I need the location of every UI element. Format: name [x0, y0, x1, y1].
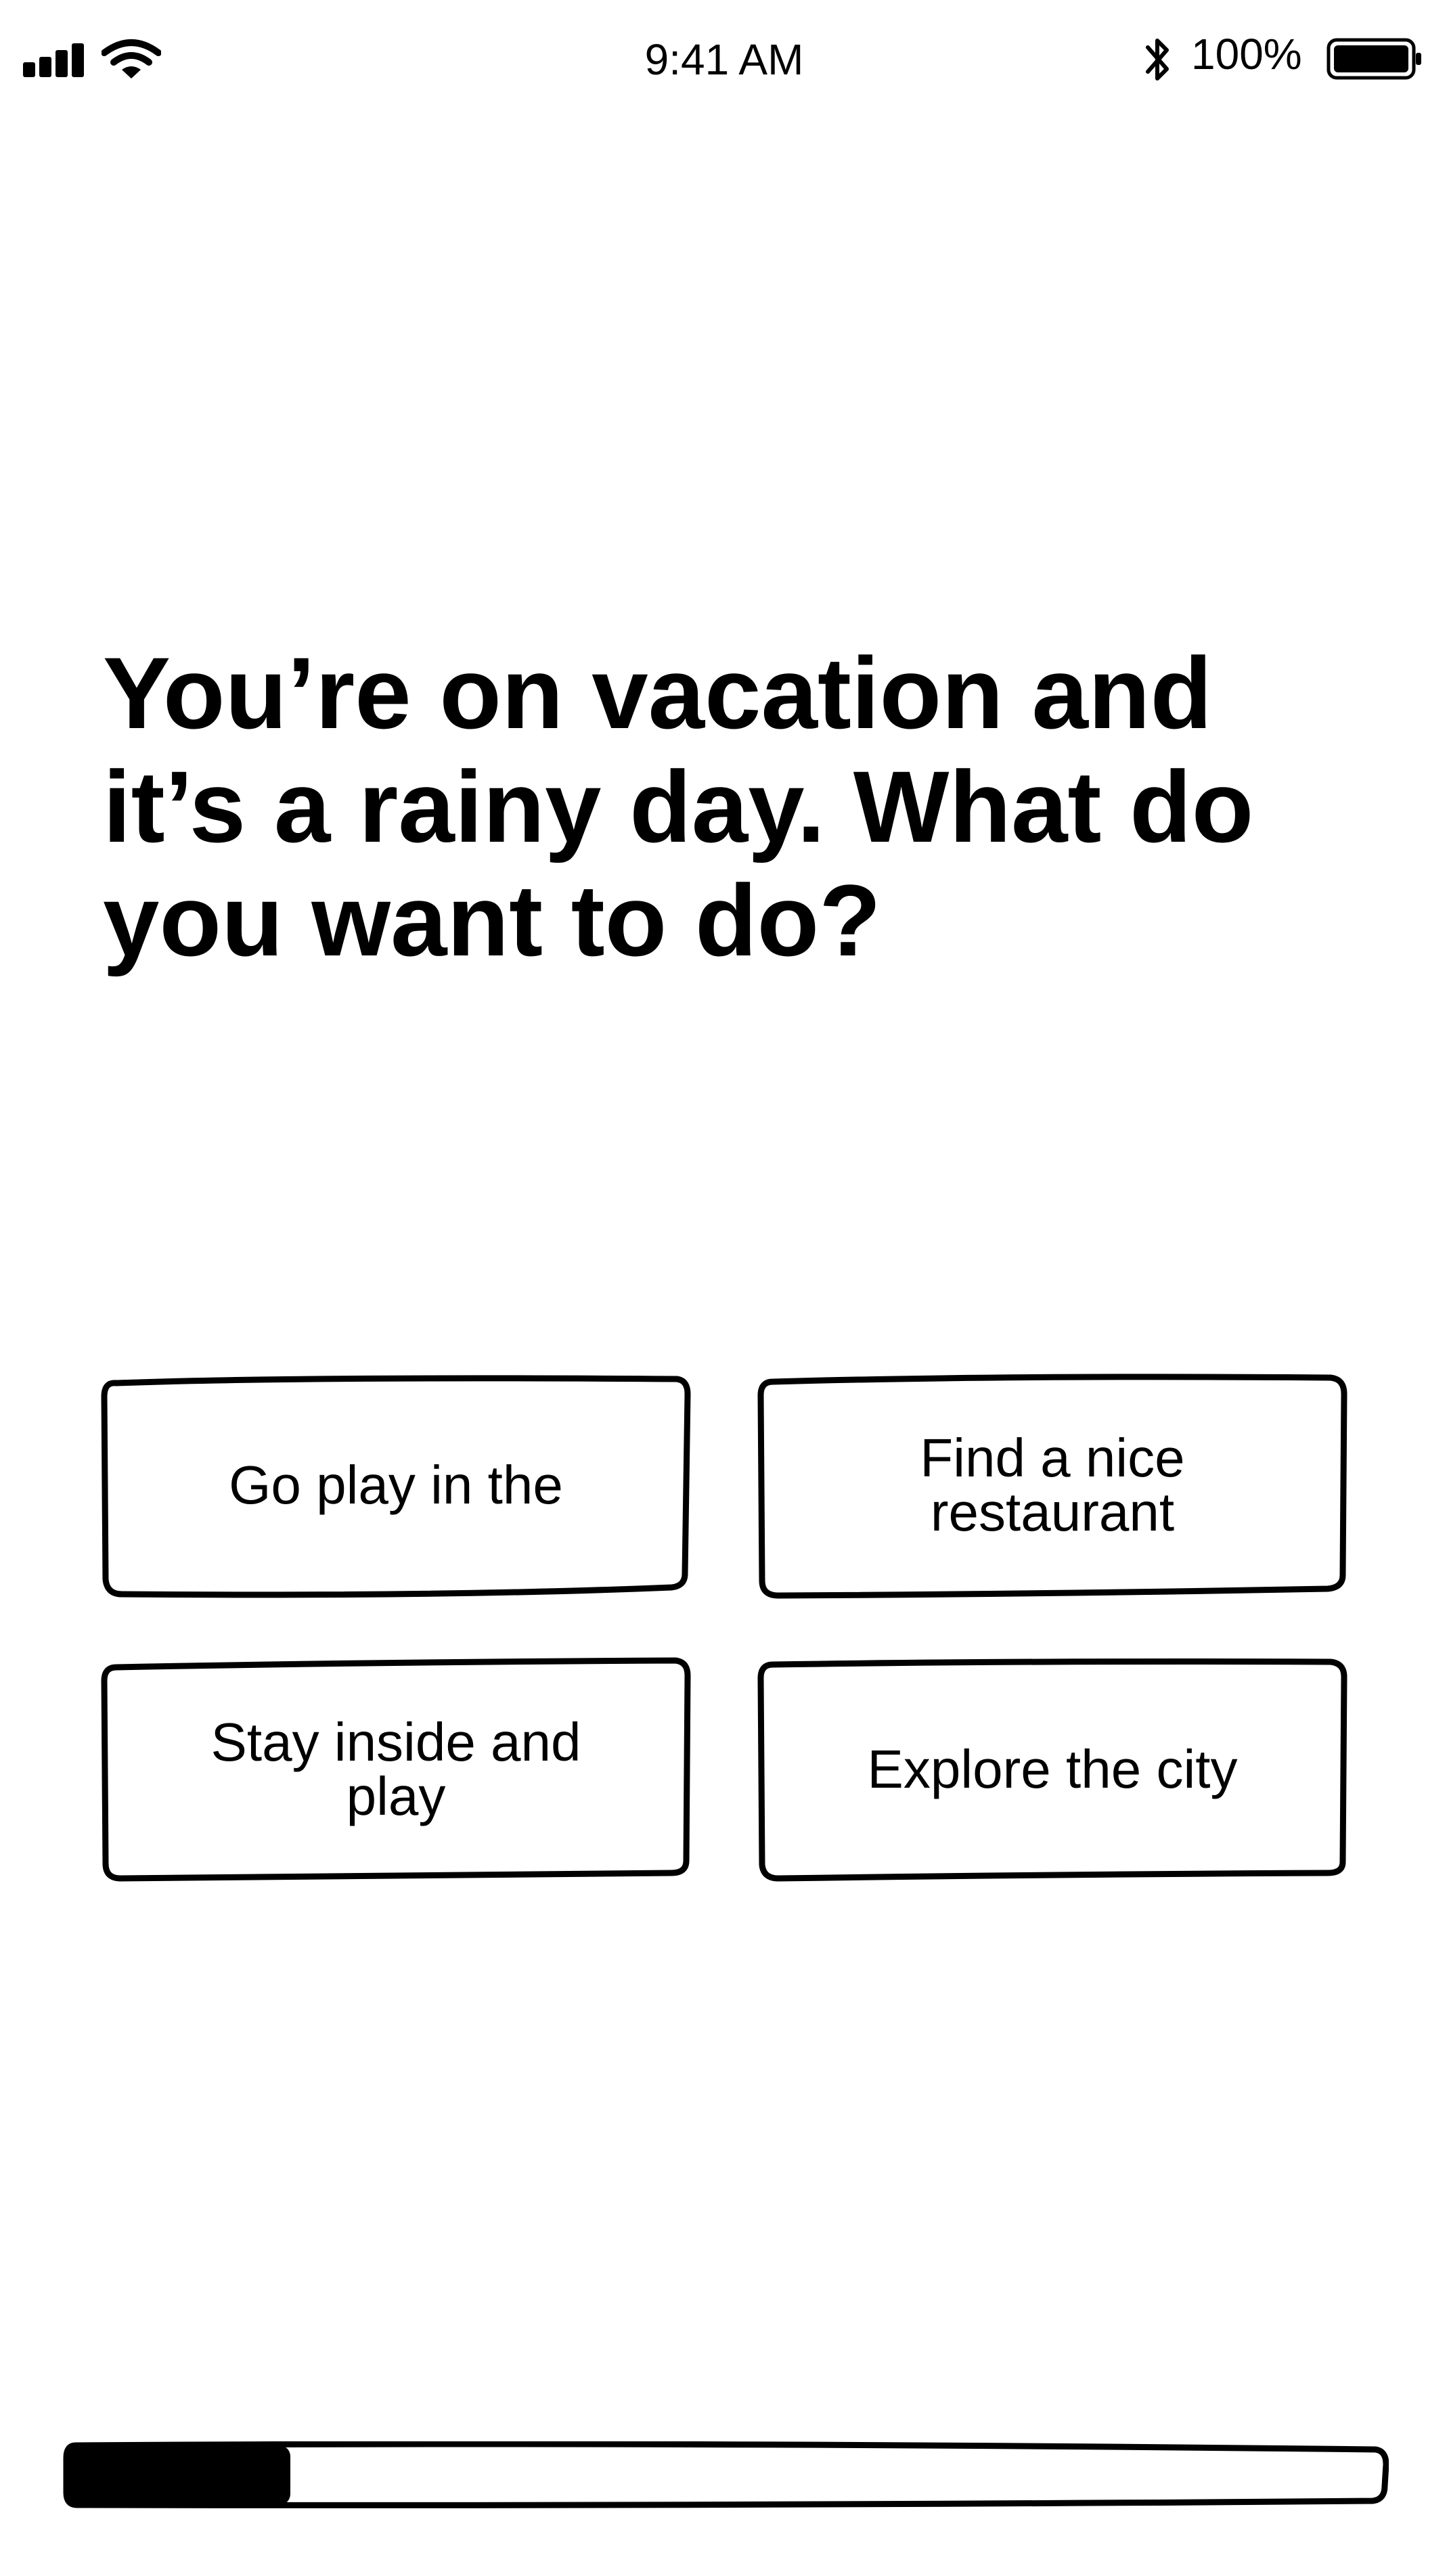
answer-label: Go play in the: [229, 1455, 563, 1515]
answer-label: Find a nice restaurant: [920, 1428, 1185, 1542]
answer-button-go-play[interactable]: Go play in the: [101, 1374, 691, 1598]
wifi-icon: [102, 39, 161, 78]
status-bar: 9:41 AM 100%: [0, 0, 1449, 122]
bluetooth-icon: [1146, 39, 1169, 81]
answer-label: Stay inside and play: [210, 1712, 581, 1826]
progress-fill: [66, 2445, 290, 2505]
question-title: You’re on vacation and it’s a rainy day.…: [103, 636, 1254, 977]
signal-icon: [23, 43, 91, 77]
answer-button-stay-inside[interactable]: Stay inside and play: [101, 1657, 691, 1882]
progress-bar: [63, 2441, 1389, 2508]
battery-percent: 100%: [1191, 30, 1302, 78]
answer-button-find-restaurant[interactable]: Find a nice restaurant: [757, 1374, 1347, 1599]
battery-icon: [1327, 38, 1421, 80]
status-time: 9:41 AM: [644, 35, 804, 84]
answer-label: Explore the city: [867, 1739, 1238, 1799]
answer-button-explore-city[interactable]: Explore the city: [757, 1658, 1347, 1882]
